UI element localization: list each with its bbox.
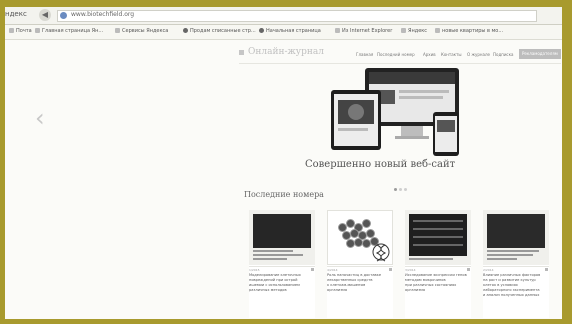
monitor-screen-banner: [369, 72, 455, 84]
page-icon: [335, 28, 340, 33]
bookmark-icon[interactable]: [545, 268, 548, 271]
bookmark-icon[interactable]: [389, 268, 392, 271]
issue-cover[interactable]: [405, 210, 471, 265]
monitor-screen-line: [399, 90, 449, 93]
monitor-frame: ндекс ◀ www.biotechfield.org Почта Главн…: [0, 0, 572, 324]
issue-date: 2/2014: [483, 268, 494, 272]
menu-item-active[interactable]: Рекламодателям: [519, 49, 561, 59]
issue-cover[interactable]: [249, 210, 315, 265]
cover-line: [487, 254, 533, 256]
site-icon: [60, 12, 67, 19]
cover-grid-line: [413, 220, 463, 222]
issue-description[interactable]: Влияние различных факторов на рост и раз…: [483, 273, 549, 298]
molecule-node: [362, 219, 371, 228]
devices-illustration: [331, 68, 459, 156]
bookmark-item[interactable]: Сервисы Яндекса: [115, 28, 168, 37]
issue-card[interactable]: 1/2015 Моделирование клеточных поврежден…: [249, 210, 315, 318]
issue-card[interactable]: 4/2014 Роль наночастиц в доставке лекарс…: [327, 210, 393, 318]
monitor-screen-line: [399, 96, 443, 99]
page-icon: [115, 28, 120, 33]
issue-meta: 1/2015: [249, 266, 315, 272]
menu-item[interactable]: Архив: [423, 52, 436, 57]
cover-line: [253, 250, 293, 252]
menu-item[interactable]: Контакты: [441, 52, 462, 57]
menu-item[interactable]: О журнале: [467, 52, 490, 57]
search-icon: [435, 28, 440, 33]
site-logo[interactable]: Онлайн-журнал: [248, 47, 324, 57]
bookmark-label: Главная страница Ян...: [42, 28, 104, 34]
web-page: Онлайн-журнал Главная Последний номер Ар…: [5, 40, 562, 319]
app-label: ндекс: [5, 10, 27, 18]
cover-line: [487, 258, 517, 260]
bookmark-label: Из Internet Explorer: [342, 28, 393, 34]
site-header: Онлайн-журнал Главная Последний номер Ар…: [239, 43, 561, 64]
bookmark-item[interactable]: новые квартиры в мо...: [435, 28, 503, 37]
issue-card[interactable]: 2/2014 Влияние различных факторов на рос…: [483, 210, 549, 318]
bookmark-label: Яндекс: [408, 28, 428, 34]
issue-card[interactable]: 3/2014 Исследование экспрессии генов мет…: [405, 210, 471, 318]
bookmark-item[interactable]: Почта: [9, 28, 32, 37]
issue-description[interactable]: Исследование экспрессии генов методом ми…: [405, 273, 471, 293]
logo-icon: [239, 50, 244, 55]
back-arrow-icon[interactable]: ◀: [39, 9, 51, 21]
page-icon: [35, 28, 40, 33]
bookmark-item[interactable]: Начальная страница: [259, 28, 321, 37]
bookmark-item[interactable]: Главная страница Ян...: [35, 28, 103, 37]
tablet-screen-circle: [348, 104, 364, 120]
issue-date: 1/2015: [249, 268, 260, 272]
phone-screen-image: [437, 120, 455, 132]
issue-meta: 4/2014: [327, 266, 393, 272]
cover-line: [409, 258, 453, 260]
bookmark-item[interactable]: Продам списанные стр...: [183, 28, 256, 37]
issue-description[interactable]: Моделирование клеточных повреждений при …: [249, 273, 315, 293]
slider-dot[interactable]: [394, 188, 397, 191]
monitor-stand: [401, 126, 423, 136]
issue-cover[interactable]: [483, 210, 549, 265]
browser-toolbar: ндекс ◀ www.biotechfield.org: [5, 7, 562, 25]
address-bar[interactable]: www.biotechfield.org: [57, 10, 537, 22]
cover-image: [253, 214, 311, 248]
browser-window: ндекс ◀ www.biotechfield.org Почта Главн…: [5, 7, 562, 319]
page-icon: [9, 28, 14, 33]
issue-meta: 2/2014: [483, 266, 549, 272]
cover-grid-line: [413, 228, 463, 230]
slider-dot[interactable]: [404, 188, 407, 191]
cover-line: [253, 254, 303, 256]
bookmarks-bar: Почта Главная страница Ян... Сервисы Янд…: [5, 25, 562, 40]
bookmark-label: новые квартиры в мо...: [442, 28, 504, 34]
slider-dot[interactable]: [399, 188, 402, 191]
issue-date: 4/2014: [327, 268, 338, 272]
cover-grid-line: [413, 236, 463, 238]
bookmark-item[interactable]: Яндекс: [401, 28, 427, 37]
issue-date: 3/2014: [405, 268, 416, 272]
bookmark-icon[interactable]: [467, 268, 470, 271]
bookmark-label: Почта: [16, 28, 32, 34]
helix-icon: [372, 243, 390, 262]
tablet-screen-line: [338, 128, 368, 131]
address-text: www.biotechfield.org: [71, 11, 135, 18]
issue-meta: 3/2014: [405, 266, 471, 272]
cover-image: [487, 214, 545, 248]
issue-cover[interactable]: [327, 210, 393, 265]
bookmark-icon[interactable]: [311, 268, 314, 271]
menu-item[interactable]: Последний номер: [377, 52, 415, 57]
issue-description[interactable]: Роль наночастиц в доставке лекарственных…: [327, 273, 393, 293]
bookmark-label: Сервисы Яндекса: [122, 28, 169, 34]
cover-grid-line: [413, 244, 463, 246]
bookmark-item[interactable]: Из Internet Explorer: [335, 28, 392, 37]
yandex-icon: [401, 28, 406, 33]
menu-item[interactable]: Подписка: [493, 52, 514, 57]
hero-caption: Совершенно новый веб-сайт: [305, 159, 456, 170]
bookmark-label: Начальная страница: [266, 28, 321, 34]
section-title: Последние номера: [244, 190, 324, 199]
circle-icon: [183, 28, 188, 33]
globe-icon: [259, 28, 264, 33]
cover-line: [487, 250, 539, 252]
slider-prev-arrow-icon[interactable]: ‹: [35, 104, 45, 132]
bookmark-label: Продам списанные стр...: [190, 28, 256, 34]
slider-dots: [394, 176, 409, 195]
cover-line: [253, 258, 287, 260]
menu-item[interactable]: Главная: [356, 52, 373, 57]
monitor-base: [395, 136, 429, 139]
